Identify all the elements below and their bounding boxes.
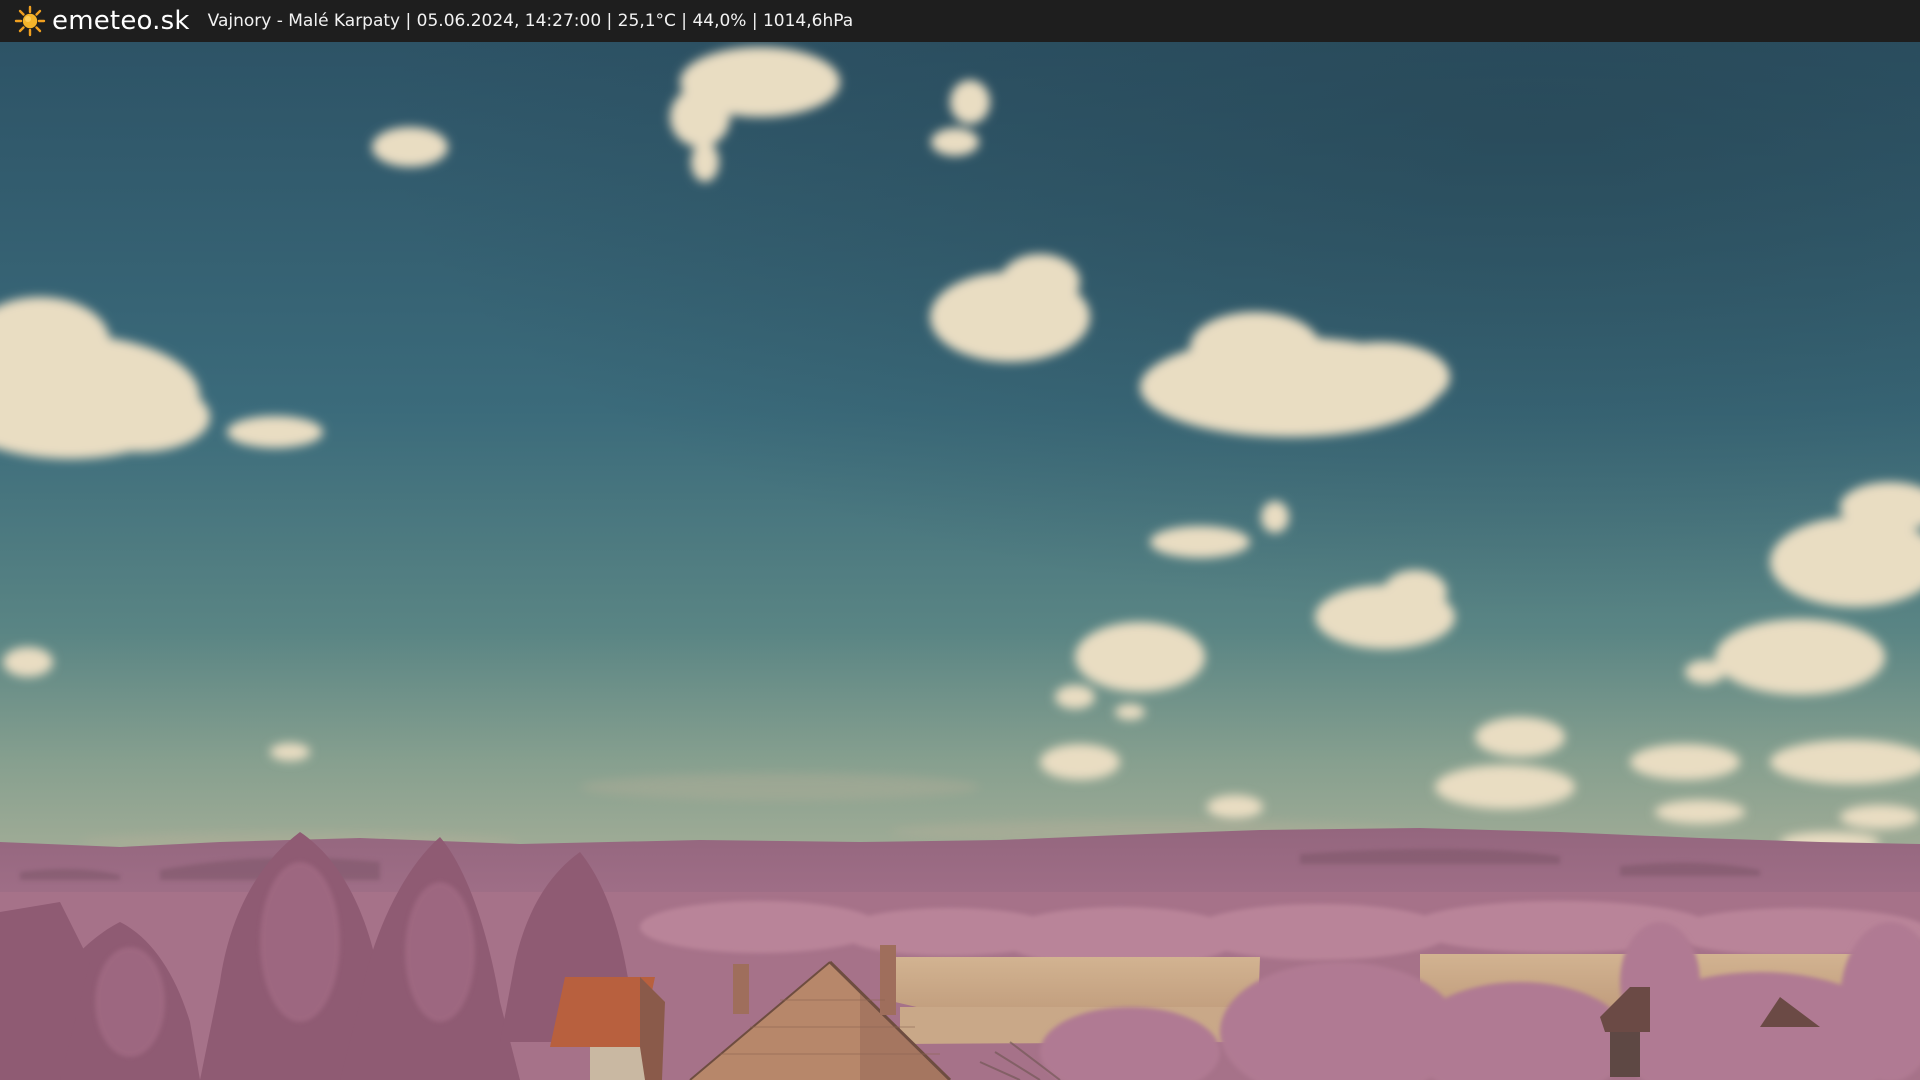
brand-logo[interactable]: emeteo.sk xyxy=(14,0,190,42)
chimney-right xyxy=(880,945,896,1015)
webcam-image xyxy=(0,42,1920,1080)
brand-name: emeteo.sk xyxy=(52,6,190,36)
webcam-caption: Vajnory - Malé Karpaty | 05.06.2024, 14:… xyxy=(207,11,854,31)
sun-icon xyxy=(14,5,46,37)
webcam-header-bar: emeteo.sk Vajnory - Malé Karpaty | 05.06… xyxy=(0,0,1920,42)
landscape-scene xyxy=(0,42,1920,1080)
chimney-left xyxy=(733,964,749,1014)
